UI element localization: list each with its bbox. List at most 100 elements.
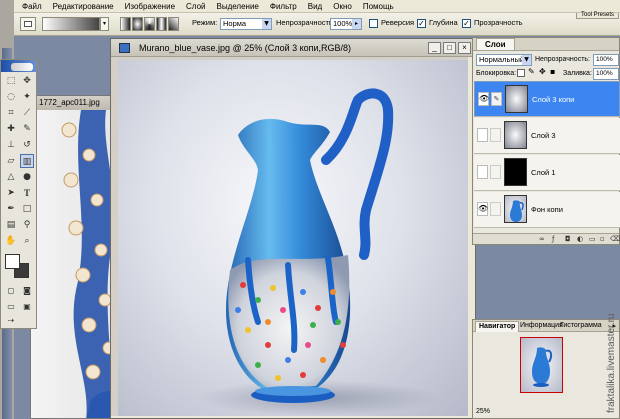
crop-tool-icon[interactable]: ⌗ [4, 106, 18, 120]
new-layer-icon[interactable]: ▫ [600, 234, 605, 244]
shape-tool-icon[interactable]: □ [20, 202, 34, 216]
radial-gradient-button[interactable] [132, 17, 143, 31]
layer-thumbnail [505, 85, 528, 113]
menu-file[interactable]: Файл [22, 2, 42, 11]
marquee-tool-icon[interactable]: ⬚ [4, 74, 18, 88]
close-button[interactable]: × [458, 42, 471, 54]
trash-icon[interactable]: ⌫ [610, 234, 620, 244]
menu-layer[interactable]: Слой [186, 2, 205, 11]
visibility-toggle[interactable] [477, 165, 488, 179]
layer-row-fon-kopi[interactable]: 👁 Фон копи [474, 192, 620, 228]
layer-row-sloi3-kopi[interactable]: 👁 ✎ Слой 3 копи [474, 81, 620, 117]
gradient-picker[interactable] [42, 17, 100, 31]
eraser-tool-icon[interactable]: ▱ [4, 154, 18, 168]
eyedropper-icon[interactable]: ⚲ [20, 218, 34, 232]
menu-window[interactable]: Окно [333, 2, 352, 11]
document-titlebar[interactable]: Murano_blue_vase.jpg @ 25% (Слой 3 копи,… [111, 39, 475, 57]
magic-wand-icon[interactable]: ✦ [20, 90, 34, 104]
adjustment-layer-icon[interactable]: ◐ [577, 234, 583, 244]
layer-row-sloi1[interactable]: Слой 1 [474, 155, 620, 191]
gradient-tool-icon[interactable]: ▥ [20, 154, 34, 168]
tool-presets-tab[interactable]: Tool Presets [576, 12, 620, 19]
layer-opacity-label: Непрозрачность: [535, 56, 590, 63]
path-selection-icon[interactable]: ➤ [4, 186, 18, 200]
move-tool-icon[interactable]: ✥ [20, 74, 34, 88]
reverse-checkbox[interactable] [369, 19, 378, 28]
layer-opacity-field[interactable]: 100% [593, 54, 619, 66]
horizontal-scrollbar[interactable] [111, 416, 475, 418]
dodge-tool-icon[interactable]: ● [20, 170, 34, 184]
tab-layers[interactable]: Слои [476, 38, 515, 50]
document-window[interactable]: Murano_blue_vase.jpg @ 25% (Слой 3 копи,… [110, 38, 476, 419]
zoom-tool-icon[interactable]: ⌕ [20, 234, 34, 248]
slice-tool-icon[interactable]: ⟋ [20, 106, 34, 120]
menu-filter[interactable]: Фильтр [270, 2, 297, 11]
hand-tool-icon[interactable]: ✋ [4, 234, 18, 248]
murano-vase-image [198, 88, 438, 416]
blur-tool-icon[interactable]: △ [4, 170, 18, 184]
add-mask-icon[interactable]: ◘ [565, 234, 571, 244]
diamond-gradient-button[interactable] [168, 17, 179, 31]
pen-tool-icon[interactable]: ✒ [4, 202, 18, 216]
link-toggle[interactable] [490, 128, 501, 142]
fullscreen-mode-icon[interactable]: ▣ [20, 300, 34, 314]
mode-select[interactable]: Норма ▼ [220, 18, 272, 30]
fill-label: Заливка: [563, 70, 592, 77]
opacity-value: 100% [333, 19, 353, 28]
maximize-button[interactable]: □ [443, 42, 456, 54]
link-toggle[interactable] [490, 202, 501, 216]
background-document-title[interactable]: 1772_apc011.jpg [31, 96, 119, 110]
eye-icon[interactable]: 👁 [478, 92, 489, 106]
screen-mode-icon[interactable]: ▭ [4, 300, 18, 314]
background-document-window[interactable]: 1772_apc011.jpg [30, 95, 120, 419]
menu-image[interactable]: Изображение [125, 2, 175, 11]
brush-tool-icon[interactable]: ✎ [20, 122, 34, 136]
navigator-zoom[interactable]: 25% [476, 408, 490, 415]
link-layers-icon[interactable]: ∞ [539, 234, 545, 244]
type-tool-icon[interactable]: T [20, 186, 34, 200]
feather-icon [11, 63, 33, 71]
navigator-panel: Навигатор Информация Гистограмма ▸ 25% [472, 319, 620, 419]
linear-gradient-button[interactable] [120, 17, 131, 31]
angle-gradient-button[interactable] [144, 17, 155, 31]
notes-tool-icon[interactable]: ▤ [4, 218, 18, 232]
tab-histogram[interactable]: Гистограмма [557, 321, 605, 332]
menu-edit[interactable]: Редактирование [53, 2, 114, 11]
tool-preset-picker[interactable] [20, 17, 36, 31]
menu-view[interactable]: Вид [308, 2, 322, 11]
lock-all-icon[interactable]: ▪ [550, 67, 555, 76]
lock-move-icon[interactable]: ✥ [539, 67, 546, 76]
lasso-tool-icon[interactable]: ◌ [4, 90, 18, 104]
lock-brush-icon[interactable]: ✎ [528, 67, 535, 76]
history-brush-icon[interactable]: ↺ [20, 138, 34, 152]
jump-to-imageready-icon[interactable]: ⇢ [4, 314, 18, 328]
new-group-icon[interactable]: ▭ [589, 234, 596, 244]
tab-navigator[interactable]: Навигатор [475, 321, 520, 332]
visibility-toggle[interactable] [477, 128, 488, 142]
clone-stamp-icon[interactable]: ⊥ [4, 138, 18, 152]
eye-icon[interactable]: 👁 [477, 202, 488, 216]
standard-mode-icon[interactable]: ◻ [4, 284, 18, 298]
reflected-gradient-button[interactable] [156, 17, 167, 31]
layer-row-sloi3[interactable]: Слой 3 [474, 118, 620, 154]
tool-palette-titlebar[interactable] [1, 60, 36, 72]
gradient-dropdown-arrow[interactable]: ▾ [100, 17, 109, 31]
menu-select[interactable]: Выделение [216, 2, 258, 11]
tool-palette: ⬚ ✥ ◌ ✦ ⌗ ⟋ ✚ ✎ ⊥ ↺ ▱ ▥ △ ● ➤ T ✒ □ ▤ ⚲ … [0, 59, 37, 329]
lock-transparent-icon[interactable] [517, 69, 525, 77]
document-canvas[interactable] [118, 60, 470, 418]
layer-opacity-value: 100% [596, 56, 613, 63]
fill-field[interactable]: 100% [593, 68, 619, 80]
quickmask-mode-icon[interactable]: ◙ [20, 284, 34, 298]
link-toggle[interactable] [490, 165, 501, 179]
healing-brush-icon[interactable]: ✚ [4, 122, 18, 136]
navigator-preview[interactable] [520, 337, 563, 393]
layer-style-icon[interactable]: ƒ [552, 234, 554, 244]
opacity-field[interactable]: 100% ▸ [330, 18, 362, 30]
dither-checkbox[interactable]: ✓ [417, 19, 426, 28]
menu-help[interactable]: Помощь [363, 2, 394, 11]
foreground-color-swatch[interactable] [5, 254, 20, 269]
minimize-button[interactable]: _ [428, 42, 441, 54]
transparency-checkbox[interactable]: ✓ [462, 19, 471, 28]
blend-mode-select[interactable]: Нормальный ▼ [476, 54, 532, 66]
